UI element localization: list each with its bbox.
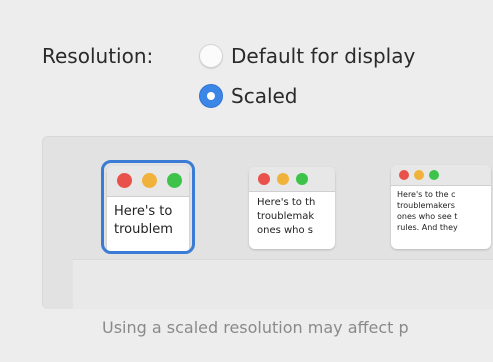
radio-button-selected[interactable]: [199, 84, 223, 108]
window-titlebar: [249, 167, 335, 192]
minimize-light-icon: [414, 170, 424, 180]
preview-text-line: Here's to: [114, 204, 173, 219]
window-preview: Here's to troublem: [107, 166, 189, 251]
radio-label-default: Default for display: [231, 44, 416, 68]
zoom-light-icon: [296, 173, 308, 185]
radio-button-unselected[interactable]: [199, 44, 223, 68]
radio-dot-icon: [207, 92, 215, 100]
zoom-light-icon: [167, 173, 182, 188]
scale-option-1[interactable]: Here's to troublem: [101, 160, 195, 254]
scale-options-panel: Here's to troublem Here's to th troublem…: [42, 136, 493, 309]
zoom-light-icon: [429, 170, 439, 180]
window-titlebar: [391, 165, 491, 186]
close-light-icon: [399, 170, 409, 180]
preview-text-line: troublemak: [257, 211, 315, 222]
preview-text-line: troublem: [114, 222, 173, 237]
preview-text-line: ones who see t: [397, 212, 458, 221]
close-light-icon: [117, 173, 132, 188]
scale-option-2[interactable]: Here's to th troublemak ones who s: [249, 167, 335, 249]
minimize-light-icon: [277, 173, 289, 185]
radio-label-scaled: Scaled: [231, 84, 298, 108]
preview-text-line: troublemakers: [397, 201, 455, 210]
scaled-resolution-note: Using a scaled resolution may affect p: [102, 318, 409, 337]
preview-text-line: rules. And they: [397, 223, 458, 232]
resolution-label: Resolution:: [42, 44, 154, 68]
scale-option-3[interactable]: Here's to the c troublemakers ones who s…: [391, 165, 491, 249]
close-light-icon: [258, 173, 270, 185]
minimize-light-icon: [142, 173, 157, 188]
preview-text-line: Here's to th: [257, 197, 316, 208]
radio-scaled[interactable]: Scaled: [199, 84, 298, 108]
radio-default-for-display[interactable]: Default for display: [199, 44, 415, 68]
window-titlebar: [107, 166, 189, 197]
preview-text-line: ones who s: [257, 225, 314, 236]
display-settings-pane: Resolution: Default for display Scaled H…: [0, 0, 493, 362]
preview-text-line: Here's to the c: [397, 190, 456, 199]
panel-lower-area: [73, 259, 493, 309]
